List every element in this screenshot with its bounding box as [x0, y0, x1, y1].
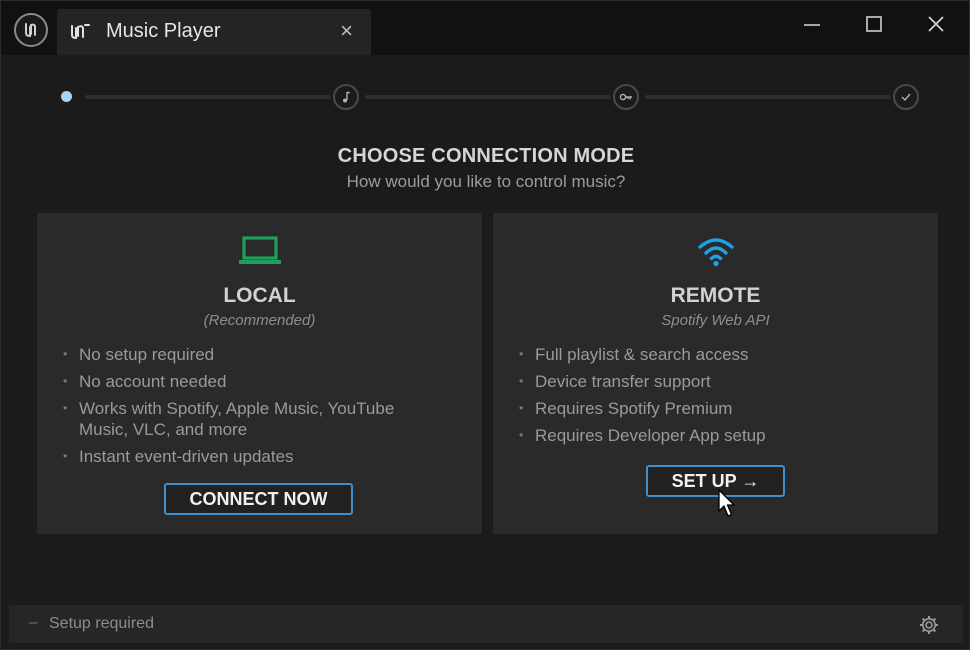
list-item: No account needed — [63, 371, 443, 392]
tab-close-button[interactable]: × — [340, 18, 353, 44]
step-connector — [85, 95, 331, 99]
set-up-button[interactable]: SET UP → — [646, 465, 785, 497]
page-subtitle: How would you like to control music? — [346, 172, 626, 191]
laptop-icon — [37, 235, 482, 271]
remote-subtitle: Spotify Web API — [661, 312, 770, 329]
list-item: Instant event-driven updates — [63, 446, 443, 467]
list-item: Full playlist & search access — [519, 344, 899, 365]
check-icon — [893, 84, 919, 110]
app-window: Music Player × CHOOSE CONNECTION MODE Ho… — [0, 0, 970, 650]
key-icon — [613, 84, 639, 110]
tab-title: Music Player — [106, 20, 221, 42]
step-connector — [645, 95, 891, 99]
unreal-tab-icon — [69, 22, 91, 47]
status-indicator: – — [29, 614, 38, 631]
remote-feature-list: Full playlist & search access Device tra… — [519, 344, 899, 452]
local-title: LOCAL — [223, 284, 296, 307]
music-note-icon — [333, 84, 359, 110]
unreal-logo-icon[interactable] — [14, 13, 48, 47]
remote-title: REMOTE — [670, 284, 761, 307]
remote-mode-card[interactable]: REMOTE Spotify Web API Full playlist & s… — [493, 213, 938, 534]
list-item: Requires Developer App setup — [519, 425, 899, 446]
local-subtitle: (Recommended) — [203, 312, 316, 329]
minimize-button[interactable] — [791, 9, 831, 39]
wifi-icon — [493, 235, 938, 271]
connect-now-button[interactable]: CONNECT NOW — [164, 483, 353, 515]
step-connector — [365, 95, 611, 99]
gear-icon[interactable] — [919, 615, 939, 640]
list-item: Requires Spotify Premium — [519, 398, 899, 419]
page-title: CHOOSE CONNECTION MODE — [337, 145, 635, 167]
status-bar: – Setup required — [9, 605, 963, 643]
tab-music-player[interactable]: Music Player × — [57, 9, 371, 55]
maximize-button[interactable] — [853, 9, 893, 39]
list-item: Device transfer support — [519, 371, 899, 392]
step-1-active-dot — [61, 91, 72, 102]
status-text: Setup required — [49, 615, 154, 632]
close-window-button[interactable] — [915, 9, 955, 39]
mouse-cursor-icon — [718, 489, 738, 524]
local-mode-card[interactable]: LOCAL (Recommended) No setup required No… — [37, 213, 482, 534]
list-item: No setup required — [63, 344, 443, 365]
local-feature-list: No setup required No account needed Work… — [63, 344, 443, 473]
title-bar[interactable]: Music Player × — [1, 1, 969, 55]
list-item: Works with Spotify, Apple Music, YouTube… — [63, 398, 443, 440]
setup-stepper — [57, 83, 927, 111]
